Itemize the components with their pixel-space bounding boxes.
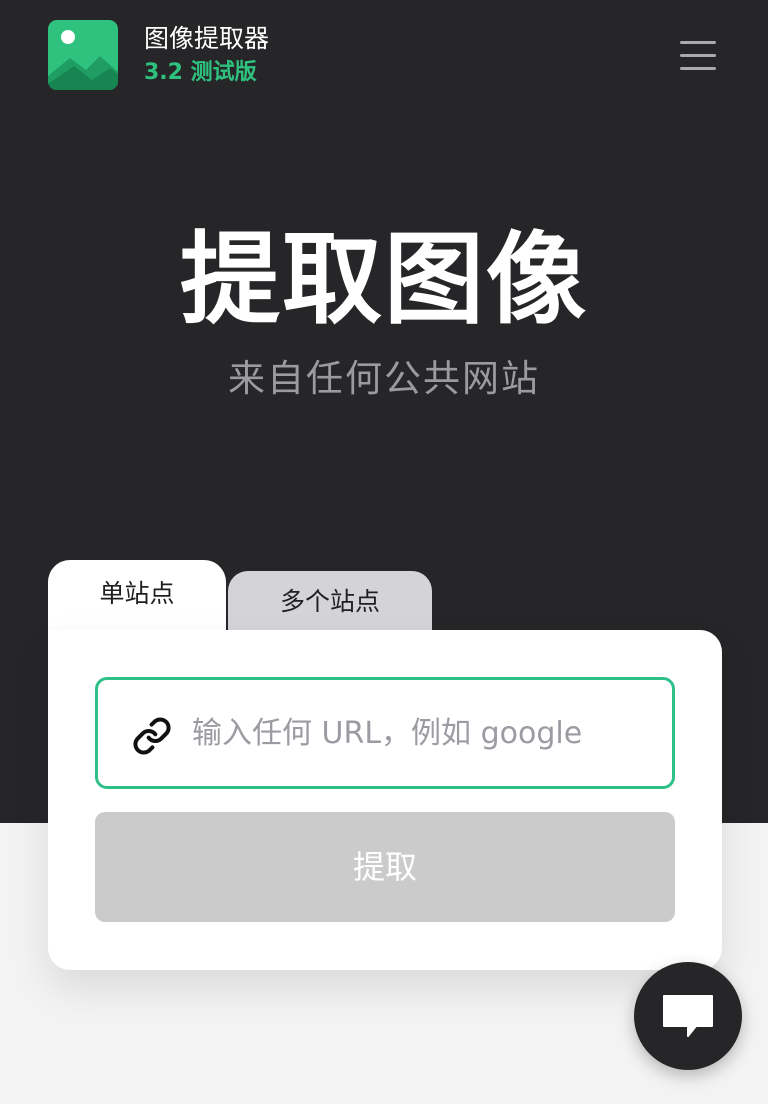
hamburger-menu-icon[interactable]: [674, 32, 722, 80]
chat-button[interactable]: [634, 962, 742, 1070]
app-version: 3.2 测试版: [144, 60, 257, 85]
url-field-wrapper[interactable]: [95, 677, 675, 789]
hero-subtitle: 来自任何公共网站: [228, 357, 540, 400]
app-logo[interactable]: [48, 20, 118, 90]
app-name: 图像提取器: [144, 24, 270, 53]
link-icon: [133, 717, 171, 755]
extract-button[interactable]: 提取: [95, 812, 675, 922]
image-icon: [48, 20, 118, 90]
chat-bubble-icon: [663, 995, 713, 1037]
hero-title: 提取图像: [180, 221, 588, 338]
menu-line: [680, 54, 716, 57]
menu-line: [680, 41, 716, 44]
menu-line: [680, 67, 716, 70]
extract-form-card: 提取: [48, 630, 722, 970]
tab-single-site[interactable]: 单站点: [48, 560, 226, 630]
url-input[interactable]: [192, 700, 662, 766]
tab-multiple-sites[interactable]: 多个站点: [228, 571, 432, 630]
page: 图像提取器 3.2 测试版 提取图像 来自任何公共网站 单站点 多个站点 提取: [0, 0, 768, 1104]
